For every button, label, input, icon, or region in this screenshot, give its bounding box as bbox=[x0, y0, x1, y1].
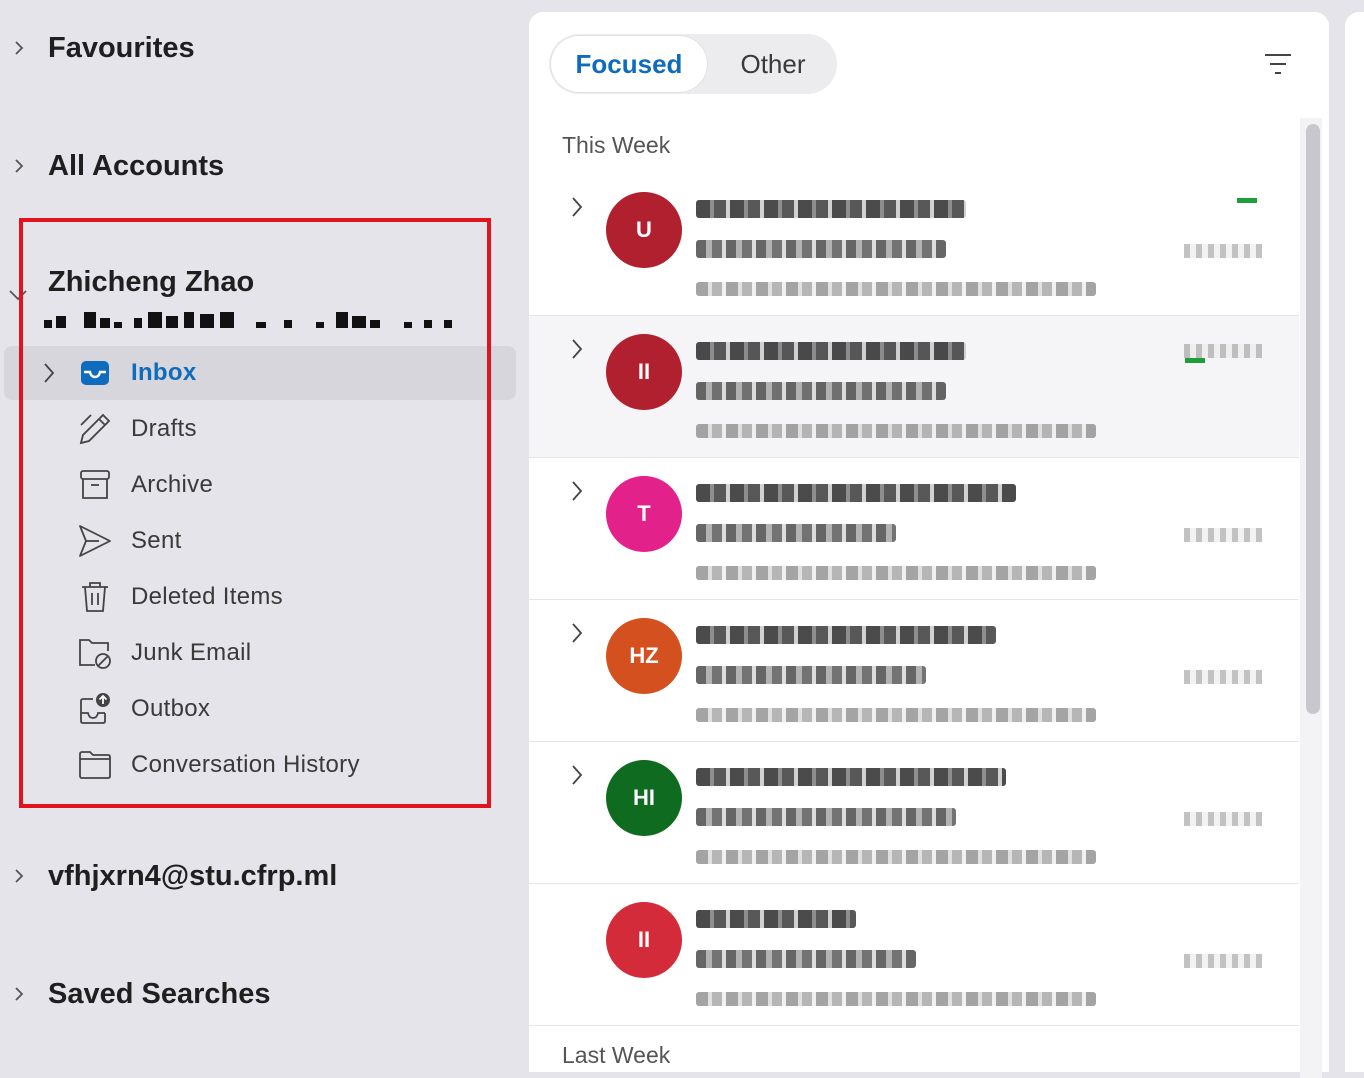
folder-junk-email[interactable]: Junk Email bbox=[0, 626, 516, 680]
redacted-sender bbox=[696, 626, 996, 644]
tab-focused[interactable]: Focused bbox=[551, 36, 707, 92]
folder-outbox[interactable]: Outbox bbox=[0, 682, 516, 736]
redacted-sender bbox=[696, 768, 1006, 786]
message-list-pane: Focused Other This Week U II T HZ HI II … bbox=[529, 12, 1329, 1078]
redacted-subject bbox=[696, 524, 896, 542]
redacted-time bbox=[1184, 528, 1262, 542]
message-row[interactable]: HI bbox=[529, 742, 1299, 884]
folder-icon bbox=[77, 747, 113, 783]
filter-icon[interactable] bbox=[1263, 52, 1293, 76]
avatar: HZ bbox=[606, 618, 682, 694]
account-name[interactable]: Zhicheng Zhao bbox=[48, 266, 254, 299]
redacted-preview bbox=[696, 850, 1096, 864]
folder-inbox[interactable]: Inbox bbox=[4, 346, 516, 400]
avatar: II bbox=[606, 334, 682, 410]
archive-icon bbox=[77, 467, 113, 503]
folder-conversation-history[interactable]: Conversation History bbox=[0, 738, 516, 792]
redacted-preview bbox=[696, 424, 1096, 438]
redacted-subject bbox=[696, 666, 926, 684]
chevron-right-icon[interactable] bbox=[570, 480, 584, 502]
folder-label: Conversation History bbox=[131, 751, 360, 778]
sent-icon bbox=[77, 523, 113, 559]
folder-label: Sent bbox=[131, 527, 182, 554]
redacted-subject bbox=[696, 950, 916, 968]
favourites-label: Favourites bbox=[48, 32, 195, 64]
redacted-time bbox=[1184, 344, 1262, 358]
reading-pane-edge bbox=[1345, 12, 1364, 1072]
folder-label: Outbox bbox=[131, 695, 211, 722]
avatar: U bbox=[606, 192, 682, 268]
folder-label: Inbox bbox=[131, 359, 197, 386]
inbox-icon bbox=[77, 355, 113, 391]
folder-label: Drafts bbox=[131, 415, 197, 442]
redacted-time bbox=[1184, 244, 1262, 258]
redacted-time bbox=[1184, 954, 1262, 968]
chevron-down-icon[interactable] bbox=[8, 288, 28, 302]
all-accounts-label: All Accounts bbox=[48, 150, 225, 182]
avatar: T bbox=[606, 476, 682, 552]
chevron-right-icon bbox=[15, 987, 24, 1001]
redacted-sender bbox=[696, 484, 1016, 502]
saved-searches-label: Saved Searches bbox=[48, 978, 271, 1010]
avatar: HI bbox=[606, 760, 682, 836]
redacted-preview bbox=[696, 566, 1096, 580]
second-account-label: vfhjxrn4@stu.cfrp.ml bbox=[48, 860, 338, 892]
message-row[interactable]: II bbox=[529, 884, 1299, 1026]
folder-label: Archive bbox=[131, 471, 214, 498]
folder-label: Deleted Items bbox=[131, 583, 283, 610]
chevron-right-icon bbox=[15, 159, 24, 173]
chevron-right-icon bbox=[15, 41, 24, 55]
flag-marker bbox=[1185, 358, 1205, 363]
folder-drafts[interactable]: Drafts bbox=[0, 402, 516, 456]
redacted-preview bbox=[696, 708, 1096, 722]
chevron-right-icon bbox=[15, 869, 24, 883]
folder-label: Junk Email bbox=[131, 639, 252, 666]
tab-other[interactable]: Other bbox=[709, 34, 837, 94]
drafts-icon bbox=[77, 411, 113, 447]
inbox-tabs: Focused Other bbox=[549, 34, 837, 94]
redacted-sender bbox=[696, 342, 966, 360]
chevron-right-icon[interactable] bbox=[570, 764, 584, 786]
avatar: II bbox=[606, 902, 682, 978]
redacted-preview bbox=[696, 282, 1096, 296]
chevron-right-icon[interactable] bbox=[570, 622, 584, 644]
redacted-subject bbox=[696, 240, 946, 258]
redacted-sender bbox=[696, 910, 856, 928]
chevron-right-icon[interactable] bbox=[570, 196, 584, 218]
folder-archive[interactable]: Archive bbox=[0, 458, 516, 512]
redacted-subject bbox=[696, 382, 946, 400]
message-row[interactable]: U bbox=[529, 174, 1299, 316]
group-label-this-week: This Week bbox=[562, 132, 671, 158]
junk-icon bbox=[77, 635, 113, 671]
redacted-subject bbox=[696, 808, 956, 826]
redacted-sender bbox=[696, 200, 966, 218]
message-row[interactable]: HZ bbox=[529, 600, 1299, 742]
sidebar: Favourites All Accounts Zhicheng Zhao In… bbox=[0, 0, 528, 1054]
folder-sent[interactable]: Sent bbox=[0, 514, 516, 568]
group-label-last-week: Last Week bbox=[562, 1042, 671, 1068]
chevron-right-icon[interactable] bbox=[42, 362, 56, 384]
flag-marker bbox=[1237, 198, 1257, 203]
redacted-time bbox=[1184, 670, 1262, 684]
redacted-preview bbox=[696, 992, 1096, 1006]
trash-icon bbox=[77, 579, 113, 615]
chevron-right-icon[interactable] bbox=[570, 338, 584, 360]
message-row[interactable]: T bbox=[529, 458, 1299, 600]
folder-deleted-items[interactable]: Deleted Items bbox=[0, 570, 516, 624]
redacted-time bbox=[1184, 812, 1262, 826]
scrollbar-thumb[interactable] bbox=[1306, 124, 1320, 714]
account-email-redacted bbox=[44, 312, 452, 328]
outbox-icon bbox=[77, 691, 113, 727]
message-row[interactable]: II bbox=[529, 316, 1299, 458]
